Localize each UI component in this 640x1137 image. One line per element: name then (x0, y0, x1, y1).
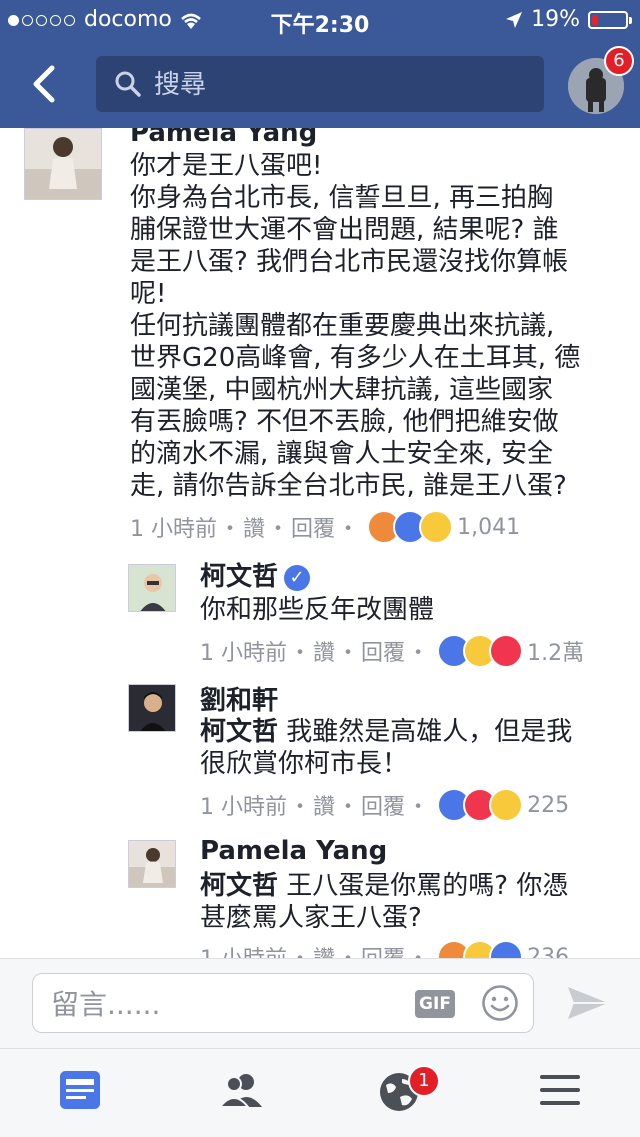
reactions[interactable] (437, 788, 524, 822)
tab-menu[interactable] (538, 1071, 582, 1115)
comment-line: 國漢堡, 中國杭州大肆抗議, 這些國家 (130, 375, 554, 405)
comment-time: 1 小時前 (200, 641, 287, 666)
reactions[interactable] (437, 634, 524, 668)
comment-line: 很欣賞你柯市長！ (200, 749, 409, 779)
like-link[interactable]: 讚 (313, 635, 335, 667)
reply-link[interactable]: 回覆 (361, 941, 405, 958)
comment-line: 任何抗議團體都在重要慶典出來抗議, (130, 311, 555, 341)
mention-link[interactable]: 柯文哲 (200, 871, 278, 901)
avatar[interactable] (128, 840, 176, 888)
avatar[interactable] (128, 564, 176, 612)
search-bar[interactable] (96, 56, 544, 112)
tab-news-feed[interactable] (60, 1071, 104, 1115)
comment-line: 世界G20高峰會, 有多少人在土耳其, 德 (130, 343, 581, 373)
reaction-count[interactable]: 225 (527, 793, 569, 818)
comment-line: 脯保證世大運不會出問題, 結果呢? 誰 (130, 215, 559, 245)
reaction-count[interactable]: 1,041 (457, 515, 520, 540)
wow-reaction-icon (489, 788, 524, 822)
comment-line: 我雖然是高雄人，但是我 (278, 717, 573, 747)
search-icon (115, 71, 141, 97)
reactions[interactable] (367, 510, 454, 544)
comment-meta: 1 小時前・ 讚・ 回覆・ 225 (200, 788, 569, 822)
comment-text: 你才是王八蛋吧! 你身為台北市長, 信誓旦旦, 再三拍胸 脯保證世大運不會出問題… (130, 150, 620, 502)
smiley-icon (482, 985, 518, 1021)
comment-meta: 1 小時前・ 讚・ 回覆・ 236 (200, 940, 569, 958)
avatar[interactable] (128, 684, 176, 732)
gif-button[interactable]: GIF (415, 990, 455, 1018)
like-link[interactable]: 讚 (313, 941, 335, 958)
comment-time: 1 小時前 (200, 795, 287, 820)
reply-link[interactable]: 回覆 (361, 635, 405, 667)
friends-icon (217, 1074, 262, 1108)
back-button[interactable] (26, 62, 66, 106)
menu-icon (540, 1075, 580, 1105)
nav-bar (0, 40, 640, 128)
mention-link[interactable]: 柯文哲 (200, 717, 278, 747)
comment-meta: 1 小時前・ 讚・ 回覆・ 1,041 (130, 510, 520, 544)
comment-author[interactable]: Pamela Yang (200, 836, 387, 866)
location-arrow-icon (506, 11, 523, 28)
comment-line: 呢! (130, 279, 167, 309)
reply-link[interactable]: 回覆 (361, 789, 405, 821)
comment-line: 是王八蛋? 我們台北市民還沒找你算帳 (130, 247, 569, 277)
comment-thread[interactable]: Pamela Yang 你才是王八蛋吧! 你身為台北市長, 信誓旦旦, 再三拍胸… (0, 128, 640, 958)
comment-input[interactable] (49, 986, 413, 1022)
tab-bar: 1 (0, 1048, 640, 1137)
comment-text: 你和那些反年改團體 (200, 595, 435, 625)
tab-friend-requests[interactable] (217, 1071, 262, 1115)
reaction-count[interactable]: 236 (527, 945, 569, 959)
like-reaction-icon (489, 940, 524, 958)
emoji-button[interactable] (481, 984, 519, 1022)
comment-author[interactable]: 柯文哲 ✓ (200, 556, 311, 593)
notifications-badge: 1 (408, 1065, 440, 1097)
comment-line: 你才是王八蛋吧! (130, 151, 323, 181)
reactions[interactable] (437, 940, 524, 958)
comment-line: 王八蛋是你罵的嗎? 你憑 (278, 871, 569, 901)
author-name[interactable]: 柯文哲 (200, 562, 278, 592)
avatar[interactable] (24, 128, 102, 200)
send-button[interactable] (566, 981, 610, 1025)
comment-line: 的滴水不漏, 讓與會人士安全來, 安全 (130, 439, 554, 469)
comment-line: 你身為台北市長, 信誓旦旦, 再三拍胸 (130, 183, 554, 213)
comment-meta: 1 小時前・ 讚・ 回覆・ 1.2萬 (200, 634, 584, 668)
comment-text: 柯文哲 我雖然是高雄人，但是我 很欣賞你柯市長！ (200, 716, 620, 780)
friend-request-badge: 6 (604, 46, 634, 76)
chevron-left-icon (33, 65, 55, 103)
reaction-count[interactable]: 1.2萬 (527, 635, 584, 667)
news-feed-icon (60, 1071, 100, 1109)
verified-badge-icon: ✓ (284, 564, 311, 591)
comment-text: 柯文哲 王八蛋是你罵的嗎? 你憑 甚麼罵人家王八蛋? (200, 870, 620, 934)
comment-author[interactable]: Pamela Yang (130, 128, 317, 148)
search-input[interactable] (152, 66, 536, 104)
like-link[interactable]: 讚 (313, 789, 335, 821)
battery-percent: 19% (531, 7, 580, 32)
love-reaction-icon (489, 634, 524, 668)
comment-composer: GIF (0, 958, 640, 1049)
reply-link[interactable]: 回覆 (291, 511, 335, 543)
comment-line: 有丟臉嗎? 不但不丟臉, 他們把維安做 (130, 407, 559, 437)
status-bar: docomo 下午2:30 19% (0, 0, 640, 40)
comment-line: 走, 請你告訴全台北市民, 誰是王八蛋? (130, 471, 567, 501)
comment-author[interactable]: 劉和軒 (200, 680, 278, 717)
like-link[interactable]: 讚 (243, 511, 265, 543)
comment-time: 1 小時前 (200, 941, 287, 958)
comment-field[interactable]: GIF (32, 973, 534, 1033)
send-icon (568, 987, 608, 1019)
haha-reaction-icon (419, 510, 454, 544)
battery-icon (588, 10, 632, 29)
comment-line: 甚麼罵人家王八蛋? (200, 903, 422, 933)
comment-time: 1 小時前 (130, 517, 217, 542)
